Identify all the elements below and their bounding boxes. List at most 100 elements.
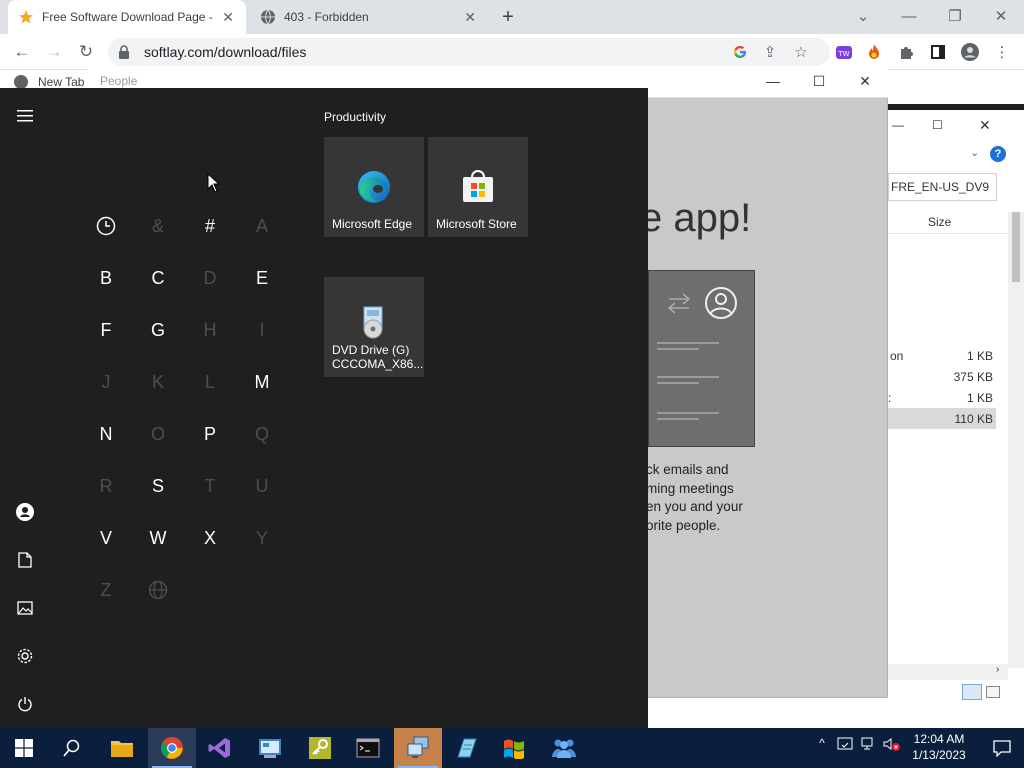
close-tab-icon[interactable]: ✕: [220, 9, 236, 25]
chrome-menu-icon[interactable]: ⋮: [990, 40, 1014, 64]
close-window-icon[interactable]: ✕: [978, 4, 1024, 28]
star-icon: [18, 9, 34, 25]
maximize-icon[interactable]: ☐: [932, 118, 943, 132]
letter-x[interactable]: X: [184, 512, 236, 564]
restore-icon[interactable]: ❐: [932, 4, 978, 28]
letter-hash[interactable]: #: [184, 200, 236, 252]
tab-title: Free Software Download Page -: [42, 10, 213, 24]
people-icon[interactable]: [540, 728, 588, 768]
extension-tw-icon[interactable]: TW: [832, 40, 856, 64]
extensions-puzzle-icon[interactable]: [894, 40, 918, 64]
hamburger-menu-icon[interactable]: [12, 103, 38, 129]
windows-flag-icon[interactable]: [490, 728, 538, 768]
terminal-icon[interactable]: [344, 728, 392, 768]
minimize-icon[interactable]: —: [750, 66, 796, 96]
pictures-icon[interactable]: [12, 595, 38, 621]
show-hidden-icons-icon[interactable]: ^: [814, 736, 830, 750]
volume-muted-icon[interactable]: [882, 736, 902, 752]
size-column-header[interactable]: Size: [928, 215, 951, 229]
letter-c[interactable]: C: [132, 252, 184, 304]
globe-icon: [132, 564, 184, 616]
tile-microsoft-edge[interactable]: Microsoft Edge: [324, 137, 424, 237]
close-icon[interactable]: ✕: [979, 117, 991, 134]
letter-j: J: [101, 371, 111, 392]
large-icons-view-icon[interactable]: [986, 686, 1000, 698]
system-clock[interactable]: 12:04 AM 1/13/2023: [900, 731, 978, 763]
power-icon[interactable]: [12, 691, 38, 717]
letter-s[interactable]: S: [132, 460, 184, 512]
chrome-icon[interactable]: [148, 728, 196, 768]
file-name[interactable]: on: [890, 349, 903, 363]
clock-date: 1/13/2023: [912, 748, 966, 762]
tab-403-forbidden[interactable]: 403 - Forbidden ✕: [250, 0, 488, 34]
close-tab-icon[interactable]: ✕: [462, 9, 478, 25]
scrollbar-thumb[interactable]: [1012, 212, 1020, 282]
minimize-icon[interactable]: —: [892, 118, 904, 132]
file-size: 375 KB: [953, 370, 993, 384]
file-name[interactable]: :: [888, 391, 891, 405]
tile-dvd-drive[interactable]: DVD Drive (G) CCCOMA_X86...: [324, 277, 424, 377]
description-line: en you and your: [646, 499, 743, 514]
letter-v[interactable]: V: [80, 512, 132, 564]
letter-e[interactable]: E: [236, 252, 288, 304]
side-panel-icon[interactable]: [926, 40, 950, 64]
user-icon[interactable]: [12, 499, 38, 525]
network-icon[interactable]: [860, 736, 878, 752]
visual-studio-icon[interactable]: [196, 728, 244, 768]
letter-w[interactable]: W: [132, 512, 184, 564]
app-icon[interactable]: [246, 728, 294, 768]
bookmark-label: New Tab: [38, 75, 85, 89]
letter-n[interactable]: N: [80, 408, 132, 460]
recent-clock-icon[interactable]: [80, 200, 132, 252]
tab-search-icon[interactable]: ⌄: [840, 4, 886, 28]
letter-d: D: [203, 267, 217, 288]
google-icon[interactable]: [728, 40, 752, 64]
letter-m[interactable]: M: [236, 356, 288, 408]
maximize-icon[interactable]: ☐: [796, 66, 842, 96]
letter-b[interactable]: B: [80, 252, 132, 304]
letter-p[interactable]: P: [184, 408, 236, 460]
scroll-right-icon[interactable]: ›: [996, 664, 999, 675]
tile-label: Microsoft Edge: [332, 217, 413, 231]
new-tab-button[interactable]: +: [496, 6, 520, 28]
svg-text:TW: TW: [837, 50, 849, 58]
file-size: 1 KB: [966, 391, 993, 405]
letter-g[interactable]: G: [132, 304, 184, 356]
bookmark-new-tab[interactable]: New Tab: [14, 75, 84, 89]
letter-l: L: [204, 371, 215, 392]
key-app-icon[interactable]: [296, 728, 344, 768]
address-bar[interactable]: softlay.com/download/files: [108, 38, 830, 66]
bookmark-star-icon[interactable]: ☆: [789, 40, 813, 64]
file-explorer-icon[interactable]: [98, 728, 146, 768]
extension-fire-icon[interactable]: [862, 40, 886, 64]
remote-desktop-icon[interactable]: [394, 728, 442, 768]
settings-gear-icon[interactable]: [12, 643, 38, 669]
details-view-icon[interactable]: [962, 684, 982, 700]
description-line: ck emails and: [646, 462, 729, 477]
close-icon[interactable]: ✕: [842, 66, 888, 96]
letter-f[interactable]: F: [80, 304, 132, 356]
tile-label: Microsoft Store: [436, 217, 517, 231]
notepad-icon[interactable]: [442, 728, 490, 768]
back-icon[interactable]: ←: [10, 40, 34, 64]
address-field[interactable]: FRE_EN-US_DV9: [888, 173, 997, 201]
horizontal-scrollbar[interactable]: [888, 664, 1008, 680]
forward-icon[interactable]: →: [42, 40, 66, 64]
tab-free-software[interactable]: Free Software Download Page - ✕: [8, 0, 246, 34]
share-icon[interactable]: ⇪: [758, 40, 782, 64]
store-icon: [462, 169, 494, 206]
chevron-down-icon[interactable]: ⌄: [970, 146, 979, 159]
network-security-icon[interactable]: [836, 736, 854, 752]
minimize-icon[interactable]: —: [886, 4, 932, 28]
profile-avatar-icon[interactable]: [958, 40, 982, 64]
document-icon[interactable]: [12, 547, 38, 573]
group-title-productivity: Productivity: [324, 110, 387, 124]
tile-microsoft-store[interactable]: Microsoft Store: [428, 137, 528, 237]
description-line: orite people.: [646, 517, 721, 533]
notification-center-icon[interactable]: [980, 728, 1024, 768]
search-icon[interactable]: [48, 728, 96, 768]
windows-start-icon[interactable]: [0, 728, 48, 768]
letter-u: U: [255, 475, 269, 496]
reload-icon[interactable]: ↻: [74, 40, 98, 64]
help-icon[interactable]: ?: [990, 146, 1006, 162]
